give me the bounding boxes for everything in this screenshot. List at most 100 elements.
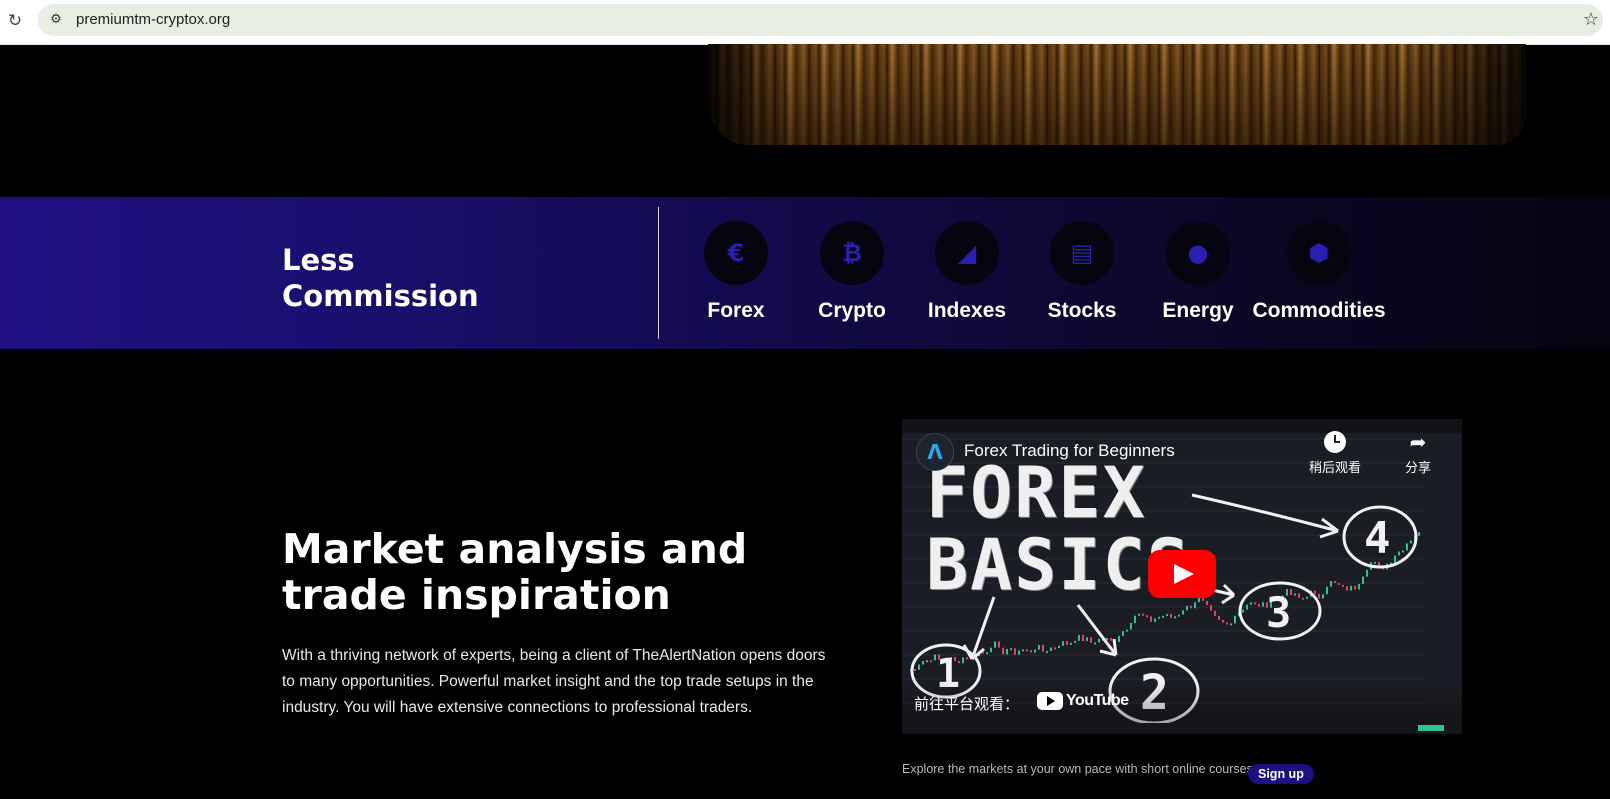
candle <box>1118 635 1120 642</box>
candle <box>1402 550 1404 553</box>
candle <box>1298 593 1300 598</box>
category-crypto[interactable]: ₿ Crypto <box>792 221 912 323</box>
candle <box>1098 638 1100 643</box>
candle <box>1406 543 1408 551</box>
candle <box>1338 582 1340 585</box>
candle <box>1174 616 1176 619</box>
candle <box>1198 598 1200 603</box>
video-chart-footer <box>902 723 1462 734</box>
star-icon[interactable]: ☆ <box>1583 9 1599 30</box>
sign-up-button[interactable]: Sign up <box>1248 764 1314 784</box>
candle <box>926 660 928 663</box>
url-text[interactable]: premiumtm-cryptox.org <box>76 11 230 28</box>
share-label: 分享 <box>1404 461 1431 476</box>
candle <box>994 641 996 648</box>
category-label: Forex <box>707 299 765 322</box>
site-info-icon[interactable]: ⚙ <box>46 10 66 30</box>
candle <box>1014 648 1016 655</box>
address-bar[interactable]: ⚙ premiumtm-cryptox.org ☆ <box>38 4 1603 36</box>
area-chart-icon: ◢ <box>935 221 999 285</box>
candle <box>1030 650 1032 653</box>
candle <box>1222 619 1224 623</box>
candle <box>1010 648 1012 651</box>
watch-on-youtube-bar[interactable]: 前往平台观看： YouTube <box>902 681 1462 727</box>
candle <box>1038 644 1040 650</box>
candle <box>1034 649 1036 653</box>
bitcoin-icon: ₿ <box>820 221 884 285</box>
candle <box>1166 614 1168 617</box>
watch-later-button[interactable]: 稍后观看 <box>1305 431 1365 476</box>
candle <box>1170 614 1172 618</box>
candle <box>1358 583 1360 590</box>
category-label: Indexes <box>927 299 1007 322</box>
candle <box>1250 602 1252 605</box>
candle <box>1186 605 1188 611</box>
candle <box>1258 604 1260 607</box>
euro-icon: € <box>704 221 768 285</box>
youtube-logo[interactable]: YouTube <box>1037 692 1129 710</box>
market-analysis-text: With a thriving network of experts, bein… <box>282 647 826 716</box>
candle <box>1022 649 1024 652</box>
candle <box>1362 576 1364 584</box>
doodle-arrow-2 <box>1076 604 1118 657</box>
video-title[interactable]: Forex Trading for Beginners <box>964 441 1175 461</box>
category-energy[interactable]: ● Energy <box>1138 221 1258 323</box>
candle <box>1138 613 1140 616</box>
category-commodities[interactable]: ⬢ Commodities <box>1244 221 1394 323</box>
category-stocks[interactable]: ▤ Stocks <box>1022 221 1142 323</box>
candle <box>1162 615 1164 618</box>
candle <box>1230 623 1232 626</box>
candle <box>1178 614 1180 617</box>
candle <box>1314 590 1316 594</box>
browser-toolbar: ↻ ⚙ premiumtm-cryptox.org ☆ <box>0 0 1610 45</box>
watch-on-label: 前往平台观看： <box>914 695 1020 713</box>
candle <box>1146 615 1148 618</box>
category-forex[interactable]: € Forex <box>676 221 796 323</box>
candle <box>1058 645 1060 649</box>
doodle-number-4: 4 <box>1364 513 1391 564</box>
candle <box>986 652 988 655</box>
candle <box>1346 586 1348 591</box>
share-icon: ➦ <box>1409 430 1427 454</box>
candle <box>1262 602 1264 607</box>
doodle-arrow-4 <box>1191 493 1339 539</box>
band-divider <box>658 207 659 339</box>
chart-footer-button <box>1418 725 1444 731</box>
thumbnail-title: FOREX BASICS <box>926 452 1191 606</box>
candle <box>1410 540 1412 544</box>
watch-later-label: 稍后观看 <box>1308 461 1361 476</box>
candle <box>1306 596 1308 599</box>
play-button[interactable] <box>1148 550 1216 598</box>
hero-city-image <box>708 44 1526 145</box>
candle <box>1154 618 1156 622</box>
share-button[interactable]: ➦ 分享 <box>1388 431 1448 476</box>
candle <box>1046 651 1048 654</box>
candle <box>1322 594 1324 599</box>
candle <box>990 647 992 653</box>
candle <box>1342 584 1344 587</box>
category-label: Crypto <box>818 299 886 322</box>
category-indexes[interactable]: ◢ Indexes <box>907 221 1027 323</box>
candle <box>1134 615 1136 623</box>
candle <box>1206 600 1208 606</box>
channel-avatar[interactable]: Λ <box>916 433 954 471</box>
candle <box>1194 602 1196 609</box>
candle <box>966 657 968 660</box>
candle <box>1122 631 1124 636</box>
youtube-wordmark: YouTube <box>1066 692 1129 709</box>
candle <box>918 664 920 670</box>
candle <box>1150 616 1152 622</box>
droplet-icon: ● <box>1166 221 1230 285</box>
youtube-play-icon <box>1037 692 1063 710</box>
candle <box>1394 555 1396 563</box>
candle <box>1062 641 1064 646</box>
candle <box>1226 622 1228 625</box>
candle <box>1082 634 1084 641</box>
candle <box>1202 598 1204 601</box>
candle <box>1086 637 1088 641</box>
youtube-embed[interactable]: 1 2 3 4 FOREX BASICS Λ Forex Trading for… <box>902 419 1462 734</box>
reload-icon[interactable]: ↻ <box>4 10 26 32</box>
candle <box>1066 641 1068 645</box>
candle <box>1002 647 1004 655</box>
candle <box>1242 609 1244 613</box>
